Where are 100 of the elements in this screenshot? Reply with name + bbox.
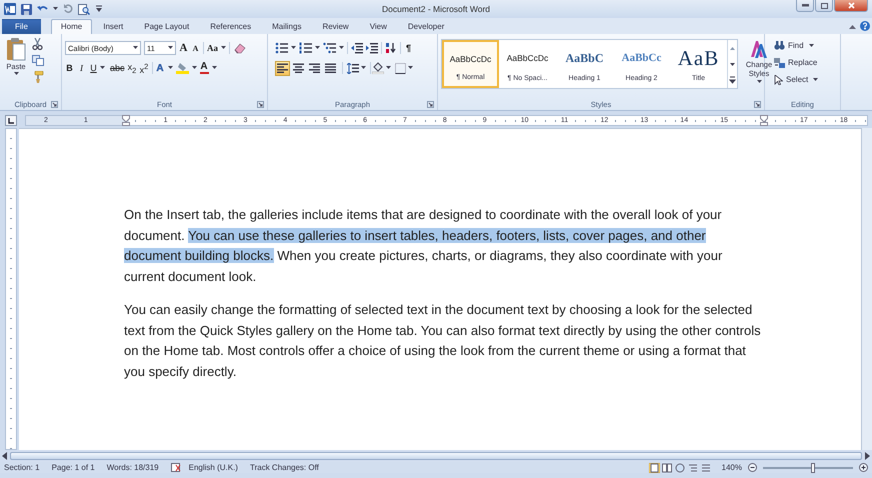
- zoom-level[interactable]: 140%: [722, 463, 742, 472]
- zoom-in-icon[interactable]: [859, 463, 868, 472]
- font-color-button[interactable]: A: [200, 62, 209, 74]
- tab-selector[interactable]: [5, 115, 17, 126]
- format-button[interactable]: x$_{2}$: [128, 62, 137, 74]
- dialog-launcher-icon[interactable]: [51, 101, 58, 108]
- sort-icon[interactable]: [385, 42, 397, 54]
- ribbon-tab[interactable]: Mailings: [262, 19, 312, 34]
- caret-icon[interactable]: [133, 46, 138, 50]
- caret-icon[interactable]: [813, 78, 818, 82]
- status-item[interactable]: Section: 1: [4, 462, 40, 472]
- ribbon-tab[interactable]: References: [200, 19, 262, 34]
- multilevel-list-icon[interactable]: [323, 42, 336, 54]
- vertical-scrollbar[interactable]: [861, 128, 872, 450]
- minimize-button[interactable]: [796, 0, 814, 12]
- ribbon-tab[interactable]: Developer: [398, 19, 454, 34]
- scroll-right-icon[interactable]: [864, 452, 870, 460]
- word-logo-icon[interactable]: [4, 3, 16, 15]
- line-spacing-icon[interactable]: [347, 62, 359, 74]
- caret-icon[interactable]: [168, 46, 173, 50]
- caret-icon[interactable]: [221, 46, 226, 50]
- replace-icon[interactable]: [774, 58, 785, 68]
- caret-icon[interactable]: [315, 46, 320, 50]
- help-icon[interactable]: [860, 21, 870, 31]
- caret-icon[interactable]: [100, 66, 105, 70]
- format-button[interactable]: B: [65, 63, 74, 73]
- select-button[interactable]: Select: [786, 75, 808, 84]
- bullet-list-icon[interactable]: [275, 42, 288, 54]
- increase-indent-icon[interactable]: [366, 42, 378, 54]
- status-item[interactable]: Words: 18/319: [106, 462, 159, 472]
- shrink-font-button[interactable]: A: [191, 44, 200, 52]
- ribbon-tab[interactable]: Page Layout: [134, 19, 200, 34]
- caret-icon[interactable]: [291, 46, 296, 50]
- caret-icon[interactable]: [361, 66, 366, 70]
- caret-icon[interactable]: [386, 66, 391, 70]
- numbered-list-icon[interactable]: [299, 42, 312, 54]
- clear-formatting-icon[interactable]: [233, 42, 246, 54]
- ribbon-tab[interactable]: Insert: [93, 19, 134, 34]
- binoculars-icon[interactable]: [774, 41, 785, 50]
- change-case-button[interactable]: Aa: [207, 43, 218, 53]
- right-indent-marker[interactable]: [760, 115, 768, 126]
- cut-icon[interactable]: [32, 38, 43, 50]
- format-button[interactable]: abc: [110, 63, 125, 73]
- indent-marker[interactable]: [122, 115, 130, 126]
- ribbon-tab[interactable]: Review: [312, 19, 359, 34]
- ribbon-tab[interactable]: Home: [50, 19, 92, 34]
- change-styles-icon[interactable]: [749, 39, 769, 59]
- dialog-launcher-icon[interactable]: [754, 101, 761, 108]
- save-icon[interactable]: [21, 4, 32, 14]
- format-button[interactable]: x$^{2}$: [140, 62, 149, 74]
- status-item[interactable]: Page: 1 of 1: [52, 462, 95, 472]
- decrease-indent-icon[interactable]: [351, 42, 363, 54]
- pointer-icon[interactable]: [774, 74, 783, 84]
- copy-icon[interactable]: [32, 55, 44, 66]
- web-layout-icon[interactable]: [674, 462, 686, 472]
- print-layout-icon[interactable]: [648, 462, 660, 472]
- outline-icon[interactable]: [688, 462, 699, 472]
- scroll-left-icon[interactable]: [2, 452, 8, 460]
- minimize-ribbon-icon[interactable]: [849, 24, 856, 28]
- zoom-thumb[interactable]: [810, 462, 814, 472]
- style-preview: AaB: [678, 47, 720, 69]
- status-item[interactable]: English (U.K.): [188, 462, 238, 472]
- show-marks-button[interactable]: ¶: [404, 43, 413, 53]
- print-preview-icon[interactable]: [78, 4, 90, 14]
- text-effects-button[interactable]: A: [156, 62, 165, 74]
- caret-icon[interactable]: [192, 66, 197, 70]
- caret-icon[interactable]: [168, 66, 173, 70]
- caret-icon[interactable]: [408, 66, 413, 70]
- proofing-icon[interactable]: [170, 463, 181, 472]
- window-title: Document2 - Microsoft Word: [382, 4, 490, 14]
- format-button[interactable]: U: [89, 63, 98, 73]
- caret-icon[interactable]: [53, 7, 58, 11]
- maximize-icon[interactable]: [820, 2, 828, 8]
- format-button[interactable]: I: [77, 63, 86, 73]
- grow-font-button[interactable]: A: [179, 42, 188, 54]
- maximize-button[interactable]: [815, 0, 833, 12]
- customize-caret-icon[interactable]: [95, 5, 103, 13]
- caret-icon[interactable]: [756, 80, 762, 84]
- paste-icon[interactable]: [6, 37, 26, 61]
- find-button[interactable]: Find: [788, 41, 804, 50]
- horizontal-scrollbar[interactable]: [10, 452, 862, 460]
- close-button[interactable]: [834, 0, 868, 12]
- caret-icon[interactable]: [14, 72, 18, 76]
- zoom-out-icon[interactable]: [748, 463, 757, 472]
- borders-icon[interactable]: [395, 62, 406, 74]
- caret-icon[interactable]: [212, 66, 217, 70]
- paint-bucket-icon[interactable]: [372, 62, 384, 74]
- close-icon[interactable]: [848, 2, 854, 9]
- minimize-icon[interactable]: [802, 4, 808, 7]
- full-screen-icon[interactable]: [662, 462, 673, 472]
- dialog-launcher-icon[interactable]: [427, 101, 434, 108]
- dialog-launcher-icon[interactable]: [257, 101, 264, 108]
- format-painter-icon[interactable]: [32, 71, 44, 83]
- file-tab[interactable]: File: [2, 19, 41, 34]
- replace-button[interactable]: Replace: [788, 58, 818, 67]
- caret-icon[interactable]: [339, 46, 344, 50]
- caret-icon[interactable]: [808, 44, 814, 48]
- status-item[interactable]: Track Changes: Off: [250, 462, 319, 472]
- ribbon-tab[interactable]: View: [360, 19, 397, 34]
- draft-icon[interactable]: [700, 462, 712, 472]
